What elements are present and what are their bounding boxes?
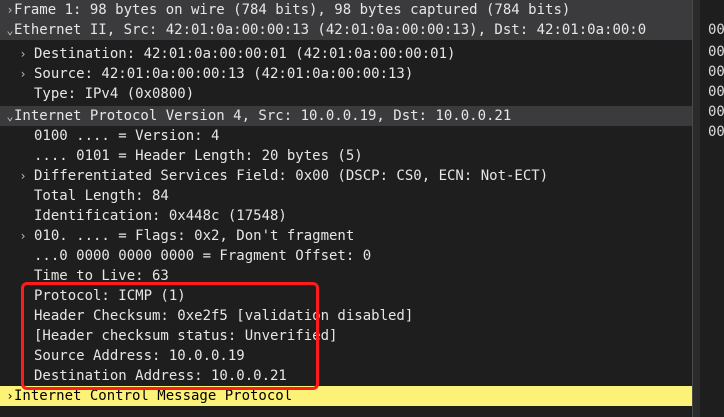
tree-row-label: Frame 1: 98 bytes on wire (784 bits), 98…: [14, 2, 571, 18]
expand-arrow-icon[interactable]: ›: [16, 64, 30, 84]
tree-row-ip-version[interactable]: 0100 .... = Version: 4: [0, 126, 692, 146]
hex-byte: 00: [708, 124, 724, 140]
tree-row-label: ...0 0000 0000 0000 = Fragment Offset: 0: [34, 248, 372, 264]
tree-row-ip-total-length[interactable]: Total Length: 84: [0, 186, 692, 206]
hex-byte: 00: [708, 64, 724, 80]
tree-row-label: Total Length: 84: [34, 188, 169, 204]
tree-row-label: Type: IPv4 (0x0800): [34, 86, 195, 102]
tree-row-ip-fragment-offset[interactable]: ...0 0000 0000 0000 = Fragment Offset: 0: [0, 246, 692, 266]
hex-byte: 00: [708, 104, 724, 120]
tree-row-ip-flags[interactable]: › 010. .... = Flags: 0x2, Don't fragment: [0, 226, 692, 246]
tree-row-label: Ethernet II, Src: 42:01:0a:00:00:13 (42:…: [14, 22, 647, 38]
expand-arrow-icon[interactable]: ›: [16, 44, 30, 64]
tree-row-icmp[interactable]: › Internet Control Message Protocol: [0, 386, 692, 406]
tree-row-eth-destination[interactable]: › Destination: 42:01:0a:00:00:01 (42:01:…: [0, 44, 692, 64]
tree-row-label: Internet Control Message Protocol: [14, 388, 293, 404]
tree-row-frame[interactable]: › Frame 1: 98 bytes on wire (784 bits), …: [0, 0, 692, 20]
tree-row-label: Identification: 0x448c (17548): [34, 208, 287, 224]
tree-row-ip-checksum-status[interactable]: [Header checksum status: Unverified]: [0, 326, 692, 346]
tree-row-ethernet[interactable]: ⌄ Ethernet II, Src: 42:01:0a:00:00:13 (4…: [0, 20, 692, 40]
tree-row-label: 0100 .... = Version: 4: [34, 128, 220, 144]
tree-row-label: Time to Live: 63: [34, 268, 169, 284]
tree-row-label: .... 0101 = Header Length: 20 bytes (5): [34, 148, 363, 164]
packet-details-pane[interactable]: › Frame 1: 98 bytes on wire (784 bits), …: [0, 0, 692, 417]
tree-row-ip-source-address[interactable]: Source Address: 10.0.0.19: [0, 346, 692, 366]
expand-arrow-icon[interactable]: ›: [16, 166, 30, 186]
tree-row-label: Internet Protocol Version 4, Src: 10.0.0…: [14, 108, 512, 124]
tree-row-ip-dsfield[interactable]: › Differentiated Services Field: 0x00 (D…: [0, 166, 692, 186]
tree-row-label: Destination Address: 10.0.0.21: [34, 368, 287, 384]
tree-row-label: Differentiated Services Field: 0x00 (DSC…: [34, 168, 549, 184]
tree-row-label: 010. .... = Flags: 0x2, Don't fragment: [34, 228, 355, 244]
tree-row-label: Source: 42:01:0a:00:00:13 (42:01:0a:00:0…: [34, 66, 414, 82]
tree-row-ip-identification[interactable]: Identification: 0x448c (17548): [0, 206, 692, 226]
tree-row-label: [Header checksum status: Unverified]: [34, 328, 338, 344]
tree-row-eth-type[interactable]: Type: IPv4 (0x0800): [0, 84, 692, 104]
tree-row-eth-source[interactable]: › Source: 42:01:0a:00:00:13 (42:01:0a:00…: [0, 64, 692, 84]
pane-splitter[interactable]: [692, 0, 700, 417]
tree-row-ip-protocol[interactable]: Protocol: ICMP (1): [0, 286, 692, 306]
tree-row-ip-header-length[interactable]: .... 0101 = Header Length: 20 bytes (5): [0, 146, 692, 166]
tree-row-ip-destination-address[interactable]: Destination Address: 10.0.0.21: [0, 366, 692, 386]
tree-row-ip-ttl[interactable]: Time to Live: 63: [0, 266, 692, 286]
tree-row-label: Header Checksum: 0xe2f5 [validation disa…: [34, 308, 414, 324]
tree-row-ip-checksum[interactable]: Header Checksum: 0xe2f5 [validation disa…: [0, 306, 692, 326]
packet-bytes-pane[interactable]: 00 00 00 00 00 00: [700, 0, 724, 417]
tree-row-label: Source Address: 10.0.0.19: [34, 348, 245, 364]
hex-byte: 00: [708, 84, 724, 100]
hex-byte: 00: [708, 44, 724, 60]
tree-row-label: Protocol: ICMP (1): [34, 288, 186, 304]
wireshark-window: › Frame 1: 98 bytes on wire (784 bits), …: [0, 0, 724, 417]
hex-byte: 00: [708, 22, 724, 38]
tree-row-ipv4[interactable]: ⌄ Internet Protocol Version 4, Src: 10.0…: [0, 106, 692, 126]
expand-arrow-icon[interactable]: ›: [16, 226, 30, 246]
tree-row-label: Destination: 42:01:0a:00:00:01 (42:01:0a…: [34, 46, 456, 62]
